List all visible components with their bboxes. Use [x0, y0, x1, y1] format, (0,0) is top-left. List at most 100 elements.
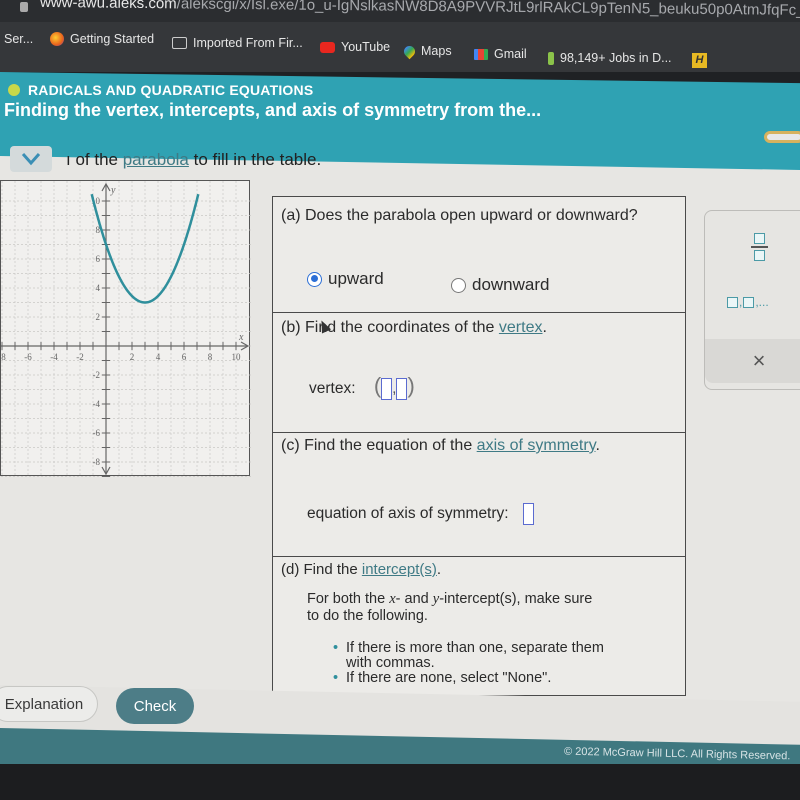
lesson-title: Finding the vertex, intercepts, and axis…	[4, 100, 542, 120]
x-tick-label: -8	[1, 352, 6, 362]
y-tick-label: -8	[93, 457, 101, 467]
vertex-x-input[interactable]	[381, 377, 393, 400]
bookmark-jobs[interactable]: 98,149+ Jobs in D...	[548, 51, 672, 65]
instructions-text: ı of the parabola to fill in the table.	[66, 150, 321, 170]
topic-status-dot	[8, 84, 20, 96]
x-tick-label: -4	[50, 352, 58, 362]
axis-of-symmetry-link[interactable]: axis of symmetry	[477, 437, 596, 454]
intercepts-link[interactable]: intercept(s)	[362, 561, 437, 578]
option-upward-label: upward	[328, 269, 384, 288]
option-downward[interactable]: downward	[451, 275, 550, 295]
close-icon: ×	[752, 348, 766, 373]
bookmark-h[interactable]: H	[692, 53, 707, 68]
bookmarks-bar: Ser... Getting Started Imported From Fir…	[0, 22, 800, 72]
y-tick-label: 4	[96, 283, 101, 293]
screen-bezel	[0, 764, 800, 800]
explanation-label: Explanation	[4, 695, 84, 713]
bookmark-maps[interactable]: Maps	[401, 43, 452, 59]
bookmark-label: Getting Started	[70, 32, 155, 46]
question-b-cell: (b) Find the coordinates of the vertex. …	[272, 312, 686, 434]
question-d-suffix: .	[436, 561, 442, 578]
bookmark-label: 98,149+ Jobs in D...	[560, 51, 672, 65]
bookmark-getting-started[interactable]: Getting Started	[50, 32, 154, 46]
list-box-icon	[743, 296, 755, 308]
x-tick-label: 4	[156, 352, 161, 362]
clear-button[interactable]: ×	[705, 339, 800, 383]
lock-icon	[20, 2, 28, 12]
question-b-suffix: .	[542, 319, 547, 336]
vertex-field-row: vertex: (,)	[309, 373, 415, 400]
bookmark-imported[interactable]: Imported From Fir...	[172, 36, 303, 50]
parabola-graph: -8-6-4-2246810108642-2-4-6-8-10xy	[0, 180, 251, 477]
h-icon: H	[692, 53, 707, 68]
fraction-denominator-icon	[753, 249, 765, 261]
radio-upward[interactable]	[307, 271, 322, 287]
bookmark-label: Ser...	[4, 32, 34, 46]
bookmark-label: Maps	[421, 44, 452, 58]
question-c-suffix: .	[595, 437, 600, 454]
bullet-item: If there are none, select "None".	[333, 671, 633, 687]
question-d-cell: (d) Find the intercept(s). For both the …	[272, 556, 686, 696]
vertex-label: vertex:	[309, 380, 356, 397]
vertex-link[interactable]: vertex	[499, 319, 543, 336]
question-c-title: (c) Find the equation of the axis of sym…	[281, 437, 600, 455]
paren-close: )	[407, 373, 415, 398]
instructions-after: to fill in the table.	[188, 150, 322, 169]
intercepts-bullets: If there is more than one, separate them…	[333, 641, 633, 687]
radio-downward[interactable]	[451, 277, 466, 293]
bookmark-gmail[interactable]: Gmail	[474, 47, 527, 61]
y-axis-label: y	[110, 185, 116, 196]
topic-row: RADICALS AND QUADRATIC EQUATIONS	[8, 82, 313, 98]
fraction-numerator-icon	[753, 233, 765, 245]
fraction-button[interactable]	[745, 227, 773, 267]
paren-open: (	[373, 373, 382, 398]
address-bar[interactable]: www-awu.aleks.com/alekscgi/x/Isl.exe/1o_…	[0, 0, 800, 22]
math-tools-panel: ,,... ×	[704, 210, 800, 390]
bullet-item: If there is more than one, separate them…	[333, 641, 633, 671]
y-tick-label: -6	[93, 428, 101, 438]
option-upward[interactable]: upward	[307, 269, 384, 289]
x-tick-label: -6	[24, 352, 32, 362]
x-tick-label: 10	[232, 352, 242, 362]
url-text[interactable]: www-awu.aleks.com/alekscgi/x/Isl.exe/1o_…	[40, 0, 800, 19]
bookmark-label: Gmail	[494, 47, 527, 61]
para-text: For both the	[307, 591, 390, 607]
y-tick-label: -4	[93, 399, 101, 409]
axis-of-symmetry-input[interactable]	[522, 503, 534, 525]
axis-field-row: equation of axis of symmetry:	[307, 503, 534, 525]
explanation-button[interactable]: Explanation	[0, 686, 98, 722]
progress-indicator	[764, 131, 800, 143]
check-button[interactable]: Check	[116, 688, 194, 724]
gmail-icon	[474, 48, 488, 60]
bookmark-item[interactable]: Ser...	[4, 32, 33, 46]
list-box-icon	[727, 296, 738, 308]
bookmark-youtube[interactable]: YouTube	[320, 40, 390, 54]
option-downward-label: downward	[472, 275, 550, 294]
url-path: /alekscgi/x/Isl.exe/1o_u-IgNslkasNW8D8A9…	[176, 0, 800, 20]
para-text: to do the following.	[307, 608, 428, 624]
y-tick-label: 6	[96, 254, 101, 264]
parabola-link[interactable]: parabola	[123, 150, 189, 169]
question-d-prefix: (d) Find the	[281, 561, 362, 578]
y-tick-label: -2	[93, 370, 101, 380]
axis-label: equation of axis of symmetry:	[307, 505, 509, 523]
topic-label: RADICALS AND QUADRATIC EQUATIONS	[28, 82, 314, 98]
question-b-prefix: (b) Find the coordinates of the	[281, 319, 499, 336]
x-tick-label: 2	[130, 352, 135, 362]
x-axis-label: x	[238, 332, 244, 343]
para-text: -intercept(s), make sure	[439, 591, 593, 607]
x-tick-label: -2	[76, 352, 84, 362]
vertex-y-input[interactable]	[396, 377, 408, 400]
list-button[interactable]: ,,...	[727, 295, 769, 309]
firefox-icon	[50, 32, 64, 46]
intercepts-instructions: For both the x- and y-intercept(s), make…	[307, 591, 592, 625]
jobs-icon	[548, 51, 554, 65]
folder-icon	[172, 37, 187, 49]
question-a-title: (a) Does the parabola open upward or dow…	[281, 207, 638, 224]
question-c-prefix: (c) Find the equation of the	[281, 437, 477, 454]
collapse-instructions-button[interactable]	[10, 146, 52, 172]
y-tick-label: 2	[96, 312, 101, 322]
bookmark-label: YouTube	[341, 40, 391, 54]
para-text: - and	[395, 591, 433, 607]
check-label: Check	[133, 697, 177, 715]
